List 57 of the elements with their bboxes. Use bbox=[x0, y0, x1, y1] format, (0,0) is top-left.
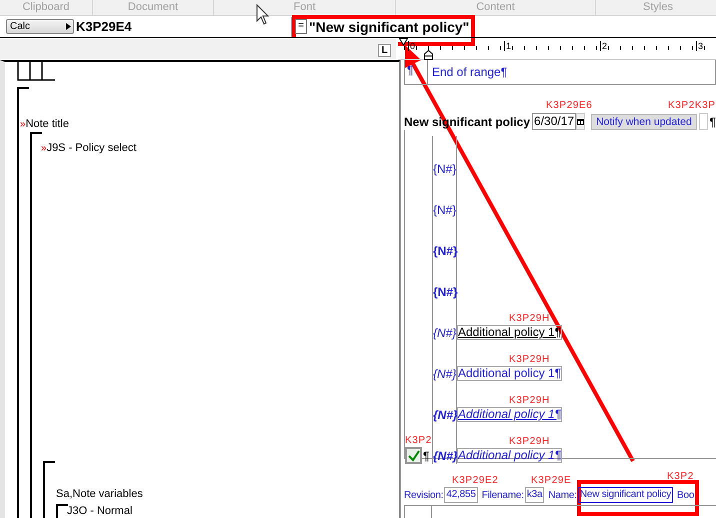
tree-item[interactable]: Sa,Note variables bbox=[45, 487, 399, 501]
blank-field[interactable] bbox=[698, 113, 708, 130]
formula-field[interactable]: "New significant policy" bbox=[309, 18, 470, 34]
ribbon-group-label: Document bbox=[93, 0, 214, 15]
field-code-label: K3P29H bbox=[509, 354, 550, 366]
policy-text-field[interactable]: Additional policy 1¶ bbox=[457, 366, 562, 381]
mouse-cursor-icon bbox=[256, 4, 270, 25]
field-value[interactable]: 42,855 bbox=[444, 487, 478, 503]
policy-text-field[interactable]: Additional policy 1¶ bbox=[457, 407, 562, 422]
tab-stop-selector[interactable]: L bbox=[378, 44, 391, 57]
number-field-tag: {N#} bbox=[433, 244, 458, 258]
ruler-number: 3 bbox=[696, 41, 704, 51]
indent-marker-icon[interactable] bbox=[399, 38, 408, 46]
caret-icon bbox=[66, 23, 71, 30]
number-field-tag: {N#} bbox=[433, 326, 456, 340]
notify-button[interactable]: Notify when updated bbox=[591, 114, 697, 130]
field-label: Filename: bbox=[482, 490, 524, 500]
field-code-label: K3P29H bbox=[509, 395, 550, 407]
ruler-number: 1 bbox=[504, 41, 512, 51]
date-field[interactable]: 6/30/17 bbox=[532, 113, 576, 130]
tree-item[interactable]: »J9S - Policy select bbox=[32, 141, 399, 156]
field-code-label: K3P2 bbox=[667, 471, 694, 483]
indent-marker-icon[interactable] bbox=[424, 50, 433, 60]
field-label: Boo bbox=[677, 490, 694, 500]
ruler-number: 2 bbox=[600, 41, 608, 51]
number-field-tag: {N#} bbox=[433, 162, 456, 176]
field-code-label: K3P29H bbox=[509, 436, 550, 448]
number-field-tag: {N#} bbox=[433, 285, 458, 299]
end-of-range-text: End of range¶ bbox=[431, 65, 508, 79]
policy-text-field[interactable]: Additional policy 1¶ bbox=[457, 448, 562, 463]
number-field-tag: {N#} bbox=[433, 449, 458, 463]
ribbon-group-label: Styles bbox=[596, 0, 716, 15]
field-code-label: K3P29E6 bbox=[546, 100, 592, 112]
policy-text-field[interactable]: Additional policy 1¶ bbox=[457, 325, 562, 340]
field-code-label: K3P29E2 bbox=[452, 475, 498, 487]
number-field-tag: {N#} bbox=[433, 203, 456, 217]
calendar-icon bbox=[577, 118, 584, 124]
pilcrow: ¶ bbox=[423, 448, 430, 462]
field-code-label: K3P2K3P bbox=[668, 100, 716, 112]
field-label: Revision: bbox=[404, 490, 444, 500]
tree-item[interactable]: »Note title bbox=[19, 117, 399, 132]
tree-item[interactable]: J3O - Normal bbox=[58, 504, 399, 518]
ribbon-group-label: Content bbox=[396, 0, 596, 15]
number-field-tag: {N#} bbox=[433, 367, 456, 381]
number-field-tag: {N#} bbox=[433, 408, 458, 422]
checkbox[interactable] bbox=[405, 447, 422, 464]
field-label: Name: bbox=[548, 490, 577, 500]
field-code-label: K3P29H bbox=[509, 313, 550, 325]
calc-mode-button[interactable]: Calc bbox=[6, 19, 74, 34]
calendar-button[interactable] bbox=[576, 113, 586, 130]
field-code-label: K3P29E bbox=[531, 475, 572, 487]
pilcrow: ¶ bbox=[710, 114, 716, 128]
field-code-label: K3P2 bbox=[405, 435, 432, 447]
ribbon-group-label: Clipboard bbox=[0, 0, 93, 15]
field-value[interactable]: k3a bbox=[524, 487, 544, 503]
check-icon bbox=[408, 450, 420, 462]
equals-button[interactable]: = bbox=[295, 19, 307, 34]
